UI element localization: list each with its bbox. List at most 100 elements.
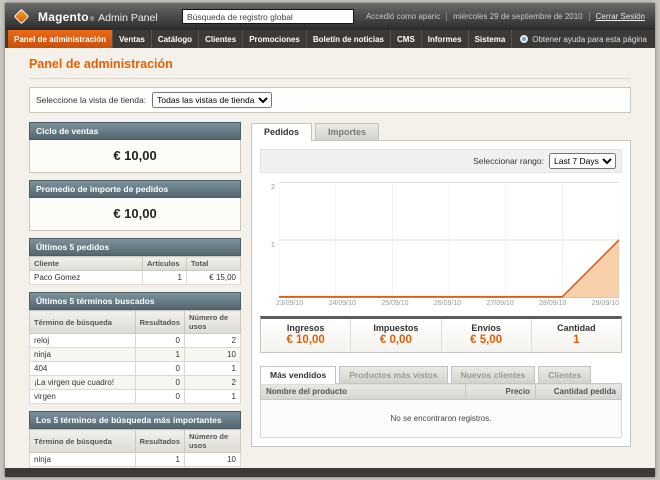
stat-quantity: Cantidad 1 [530, 319, 621, 352]
cell-term: ninja [29, 347, 136, 362]
col-header: Cantidad pedida [535, 383, 622, 400]
nav-item-promotions[interactable]: Promociones [243, 30, 307, 48]
logout-link[interactable]: Cerrar Sesión [590, 12, 645, 21]
page-help-link[interactable]: Obtener ayuda para esta página [520, 30, 652, 48]
nav-item-sales[interactable]: Ventas [113, 30, 152, 48]
cell-term: virgen [29, 389, 136, 404]
col-header: Resultados [134, 310, 186, 334]
recent-orders-table: Cliente Artículos Total Paco Gomez 1 € 1… [29, 256, 241, 285]
cell-uses: 2 [184, 333, 241, 348]
logged-in-as: Accedió como aparic [365, 12, 441, 21]
empty-message: No se encontraron registros. [260, 399, 622, 438]
table-row[interactable]: 404 0 1 [29, 361, 241, 376]
stat-value: 1 [573, 334, 580, 346]
cell-customer: Paco Gomez [29, 270, 143, 285]
recent-orders-title: Últimos 5 pedidos [29, 238, 241, 256]
range-label: Seleccionar rango: [473, 156, 544, 166]
tab-amounts[interactable]: Importes [315, 123, 380, 140]
last-search-terms-table: Término de búsqueda Resultados Número de… [29, 310, 241, 404]
cell-uses: 1 [184, 389, 241, 404]
global-search-input[interactable] [181, 9, 354, 24]
tab-bestsellers[interactable]: Más vendidos [260, 366, 337, 384]
empty-row: No se encontraron registros. [260, 399, 622, 438]
stat-tax: Impuestos € 0,00 [350, 319, 440, 352]
average-orders-title: Promedio de importe de pedidos [29, 180, 241, 198]
last-search-terms-title: Últimos 5 términos buscados [29, 292, 241, 310]
table-row[interactable]: Paco Gomez 1 € 15,00 [29, 270, 241, 285]
nav-item-newsletter[interactable]: Boletín de noticias [307, 30, 391, 48]
top-header: Magento ® Admin Panel Accedió como apari… [5, 3, 655, 30]
left-column: Ciclo de ventas € 10,00 Promedio de impo… [29, 122, 241, 477]
x-tick: 28/09/10 [539, 300, 567, 307]
cell-items: 1 [142, 270, 187, 285]
x-tick: 27/09/10 [486, 300, 514, 307]
table-row[interactable]: ninja 1 10 [29, 452, 241, 467]
cell-term: ¡La virgen que cuadro! [29, 375, 136, 390]
dashboard-columns: Ciclo de ventas € 10,00 Promedio de impo… [29, 122, 631, 477]
totals-row: Ingresos € 10,00 Impuestos € 0,00 Envíos… [260, 316, 622, 353]
tab-orders[interactable]: Pedidos [251, 123, 313, 141]
store-view-switcher: Seleccione la vista de tienda: Todas las… [29, 87, 631, 113]
chart-tabs: Pedidos Importes [251, 122, 631, 141]
nav-item-customers[interactable]: Clientes [199, 30, 244, 48]
main-nav: Panel de administración Ventas Catálogo … [5, 30, 655, 48]
table-row[interactable]: virgen 0 1 [29, 389, 241, 404]
range-selector-row: Seleccionar rango: Last 7 Days [260, 149, 622, 173]
cell-term: 404 [29, 361, 136, 376]
store-view-label: Seleccione la vista de tienda: [36, 95, 147, 105]
chart-panel: Seleccionar rango: Last 7 Days 2 1 23/09… [251, 140, 631, 447]
col-header: Precio [465, 383, 536, 400]
brand-trademark: ® [89, 16, 95, 23]
tab-new-customers[interactable]: Nuevos clientes [450, 366, 536, 383]
average-orders-value: € 10,00 [29, 198, 241, 231]
chart-zone: 2 1 [260, 182, 622, 298]
cell-uses: 1 [184, 361, 241, 376]
current-date: miércoles 29 de septiembre de 2010 [453, 12, 583, 21]
col-header: Término de búsqueda [29, 310, 136, 334]
stat-label: Impuestos [373, 323, 419, 333]
lifetime-sales-title: Ciclo de ventas [29, 122, 241, 140]
range-select[interactable]: Last 7 Days [549, 153, 616, 169]
chart-x-axis: 23/09/10 24/09/10 25/09/10 26/09/10 27/0… [276, 298, 619, 307]
help-label: Obtener ayuda para esta página [532, 34, 647, 44]
magento-logo-icon [13, 8, 30, 25]
stat-shipping: Envíos € 5,00 [440, 319, 531, 352]
page-title: Panel de administración [29, 57, 173, 71]
nav-item-catalog[interactable]: Catálogo [152, 30, 200, 48]
nav-item-dashboard[interactable]: Panel de administración [8, 30, 114, 48]
cell-term: ninja [29, 452, 136, 467]
stat-value: € 10,00 [286, 334, 325, 346]
recent-orders-block: Últimos 5 pedidos Cliente Artículos Tota… [29, 238, 241, 285]
brand-subtitle: Admin Panel [98, 11, 158, 24]
stat-label: Cantidad [557, 323, 596, 333]
tab-most-viewed[interactable]: Productos más vistos [339, 366, 448, 383]
cell-results: 0 [134, 361, 186, 376]
title-row: Panel de administración [29, 55, 631, 79]
x-tick: 24/09/10 [328, 300, 356, 307]
col-header: Total [186, 256, 241, 271]
cell-total: € 15,00 [186, 270, 241, 285]
bestsellers-table: Nombre del producto Precio Cantidad pedi… [260, 383, 622, 438]
app-window: Magento ® Admin Panel Accedió como apari… [5, 3, 655, 477]
last-search-terms-block: Últimos 5 términos buscados Término de b… [29, 292, 241, 404]
col-header: Término de búsqueda [29, 429, 136, 453]
tab-customers[interactable]: Clientes [538, 366, 592, 383]
nav-item-system[interactable]: Sistema [469, 30, 513, 48]
stat-label: Ingresos [286, 323, 325, 333]
cell-results: 0 [134, 389, 186, 404]
content-area: Panel de administración Seleccione la vi… [5, 48, 655, 477]
brand-name: Magento [38, 9, 89, 24]
nav-item-reports[interactable]: Informes [422, 30, 469, 48]
average-orders-block: Promedio de importe de pedidos € 10,00 [29, 180, 241, 231]
cell-uses: 10 [184, 347, 241, 362]
lifetime-sales-block: Ciclo de ventas € 10,00 [29, 122, 241, 173]
col-header: Nombre del producto [260, 383, 466, 400]
nav-item-cms[interactable]: CMS [391, 30, 422, 48]
table-row[interactable]: reloj 0 2 [29, 333, 241, 348]
store-view-select[interactable]: Todas las vistas de tienda [152, 92, 273, 108]
cell-results: 0 [134, 333, 186, 348]
stat-value: € 0,00 [379, 334, 412, 346]
table-row[interactable]: ninja 1 10 [29, 347, 241, 362]
table-row[interactable]: ¡La virgen que cuadro! 0 2 [29, 375, 241, 390]
cell-term: reloj [29, 333, 136, 348]
